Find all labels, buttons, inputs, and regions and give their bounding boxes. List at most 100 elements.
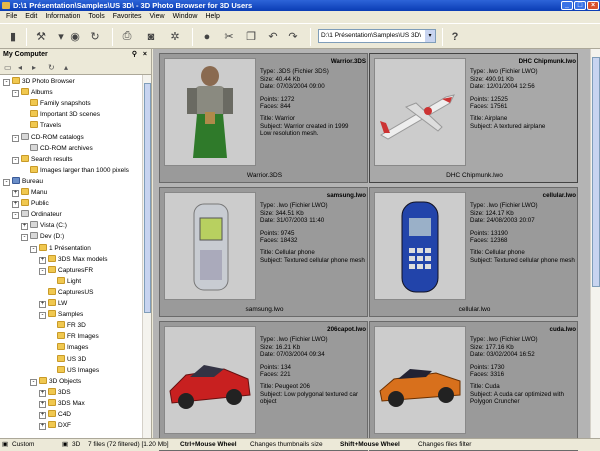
collapse-icon[interactable]: -	[3, 79, 10, 86]
tree-item[interactable]: - 3D Objects	[30, 376, 81, 387]
book-icon[interactable]: ▮	[4, 28, 22, 45]
search-icon[interactable]: ⚲	[132, 49, 137, 61]
tree-item[interactable]: - 1 Présentation	[30, 243, 91, 254]
tree-item[interactable]: - Dev (D:)	[21, 232, 64, 242]
scrollbar-thumb[interactable]	[592, 57, 600, 287]
thumbnail-card[interactable]: DHC Chipmunk.lwo Type: .lwo (Fichier LWO)…	[369, 53, 578, 183]
tree-item[interactable]: - CapturesFR	[39, 265, 93, 276]
tree-item[interactable]: - CD-ROM catalogs	[12, 132, 84, 143]
tree-item[interactable]: Family snapshots	[21, 99, 91, 109]
thumbnail-card[interactable]: cellular.lwo Type: .lwo (Fichier LWO) Size…	[369, 187, 578, 317]
scrollbar-thumb[interactable]	[144, 83, 151, 313]
minimize-button[interactable]: _	[561, 1, 573, 10]
tree-item[interactable]: - Bureau	[3, 176, 43, 187]
tree-item[interactable]: - Search results	[12, 154, 73, 165]
tree-item[interactable]: + LW	[39, 299, 67, 309]
folder-icon[interactable]: ▭	[4, 63, 12, 72]
tree-item[interactable]: +3DS Max models	[39, 254, 108, 265]
eye-icon[interactable]: ◉	[66, 28, 84, 45]
tree-scrollbar[interactable]	[142, 75, 151, 438]
render-sphere-icon[interactable]: ●	[198, 28, 216, 45]
expand-icon[interactable]: +	[12, 190, 19, 197]
collapse-icon[interactable]: -	[39, 312, 46, 320]
collapse-icon[interactable]: -	[39, 267, 46, 275]
menu-edit[interactable]: Edit	[21, 11, 41, 23]
tree-item[interactable]: Images larger than 1000 pixels	[21, 165, 129, 176]
tree-item[interactable]: Travels	[21, 121, 61, 131]
tree-item[interactable]: US 3D	[48, 354, 86, 365]
tree-item[interactable]: Images	[48, 343, 88, 353]
maximize-button[interactable]: □	[574, 1, 586, 10]
menu-view[interactable]: View	[146, 11, 169, 23]
settings-icon[interactable]: ✲	[166, 28, 184, 45]
tree-item[interactable]: + Manu	[12, 188, 47, 198]
menu-favorites[interactable]: Favorites	[109, 11, 146, 23]
back-icon[interactable]: ◂	[18, 63, 22, 72]
collapse-icon[interactable]: -	[12, 212, 19, 220]
tree-item[interactable]: +3DS	[39, 387, 71, 398]
tree-item[interactable]: - Ordinateur	[12, 210, 62, 220]
expand-icon[interactable]: +	[39, 301, 46, 308]
model-thumbnail[interactable]	[374, 58, 466, 166]
status-filter[interactable]: 3D	[72, 439, 80, 450]
tree-item[interactable]: FR Images	[48, 332, 99, 342]
tree-item[interactable]: +3DS Max	[39, 398, 85, 409]
chevron-down-icon[interactable]: ▾	[425, 30, 435, 42]
collapse-icon[interactable]: -	[3, 178, 10, 186]
model-thumbnail[interactable]	[374, 326, 466, 434]
tree-item[interactable]: CapturesUS	[39, 287, 93, 298]
thumbnail-card[interactable]: samsung.lwo Type: .lwo (Fichier LWO) Size:…	[159, 187, 368, 317]
path-field[interactable]: D:\1 Présentation\Samples\US 3D\ ▾	[318, 29, 436, 43]
rotate-icon[interactable]: ↻	[86, 28, 104, 45]
tree-item[interactable]: Light	[48, 276, 81, 287]
camera-icon[interactable]: ◙	[142, 28, 160, 45]
refresh-icon[interactable]: ↻	[48, 63, 55, 72]
forward-icon[interactable]: ▸	[32, 63, 36, 72]
expand-icon[interactable]: +	[39, 423, 46, 431]
undo-icon[interactable]: ↶	[264, 28, 282, 45]
menu-file[interactable]: File	[2, 11, 21, 23]
expand-icon[interactable]: +	[39, 400, 46, 408]
thumbnail-card[interactable]: Warrior.3DS Type: .3DS (Fichier 3DS) Size:…	[159, 53, 368, 183]
collapse-icon[interactable]: -	[21, 234, 28, 242]
menu-tools[interactable]: Tools	[84, 11, 108, 23]
expand-icon[interactable]: +	[12, 201, 19, 209]
help-icon[interactable]: ?	[446, 28, 464, 45]
print-icon[interactable]: ⎙	[118, 28, 136, 45]
close-button[interactable]: ×	[587, 1, 599, 10]
tree-item[interactable]: - 3D Photo Browser	[3, 77, 75, 87]
tree-item[interactable]: + C4D	[39, 410, 71, 420]
tree-item[interactable]: + DXF	[39, 421, 71, 431]
thumbnail-card[interactable]: 206capot.lwo Type: .lwo (Fichier LWO) Size…	[159, 321, 368, 451]
tree-item[interactable]: + Vista (C:)	[21, 221, 67, 231]
menu-help[interactable]: Help	[201, 11, 223, 23]
tree-item[interactable]: Important 3D scenes	[21, 110, 100, 120]
menu-window[interactable]: Window	[169, 11, 202, 23]
model-thumbnail[interactable]	[164, 326, 256, 434]
collapse-icon[interactable]: -	[30, 245, 37, 253]
expand-icon[interactable]: +	[21, 223, 28, 231]
status-custom[interactable]: Custom	[12, 439, 34, 450]
collapse-icon[interactable]: -	[12, 156, 19, 164]
tree-item[interactable]: - Albums	[12, 88, 53, 98]
up-folder-icon[interactable]: ▴	[64, 63, 68, 72]
tree-item[interactable]: FR 3D	[48, 321, 86, 331]
thumbnail-card[interactable]: cuda.lwo Type: .lwo (Fichier LWO) Size: 17…	[369, 321, 578, 451]
copy-icon[interactable]: ❐	[242, 28, 260, 45]
close-icon[interactable]: ×	[143, 49, 147, 61]
model-thumbnail[interactable]	[164, 192, 256, 300]
redo-icon[interactable]: ↷	[284, 28, 302, 45]
expand-icon[interactable]: +	[39, 412, 46, 419]
collapse-icon[interactable]: -	[30, 378, 37, 386]
tree-item[interactable]: + Public	[12, 199, 49, 209]
collapse-icon[interactable]: -	[12, 90, 19, 98]
tree-item[interactable]: CD-ROM archives	[21, 143, 93, 154]
collapse-icon[interactable]: -	[12, 134, 19, 142]
cut-icon[interactable]: ✂	[220, 28, 238, 45]
expand-icon[interactable]: +	[39, 256, 46, 264]
model-thumbnail[interactable]	[374, 192, 466, 300]
tree-item[interactable]: - Samples	[39, 310, 83, 320]
expand-icon[interactable]: +	[39, 389, 46, 397]
tools-icon[interactable]: ⚒	[32, 28, 50, 45]
vertical-scrollbar[interactable]	[590, 49, 600, 438]
